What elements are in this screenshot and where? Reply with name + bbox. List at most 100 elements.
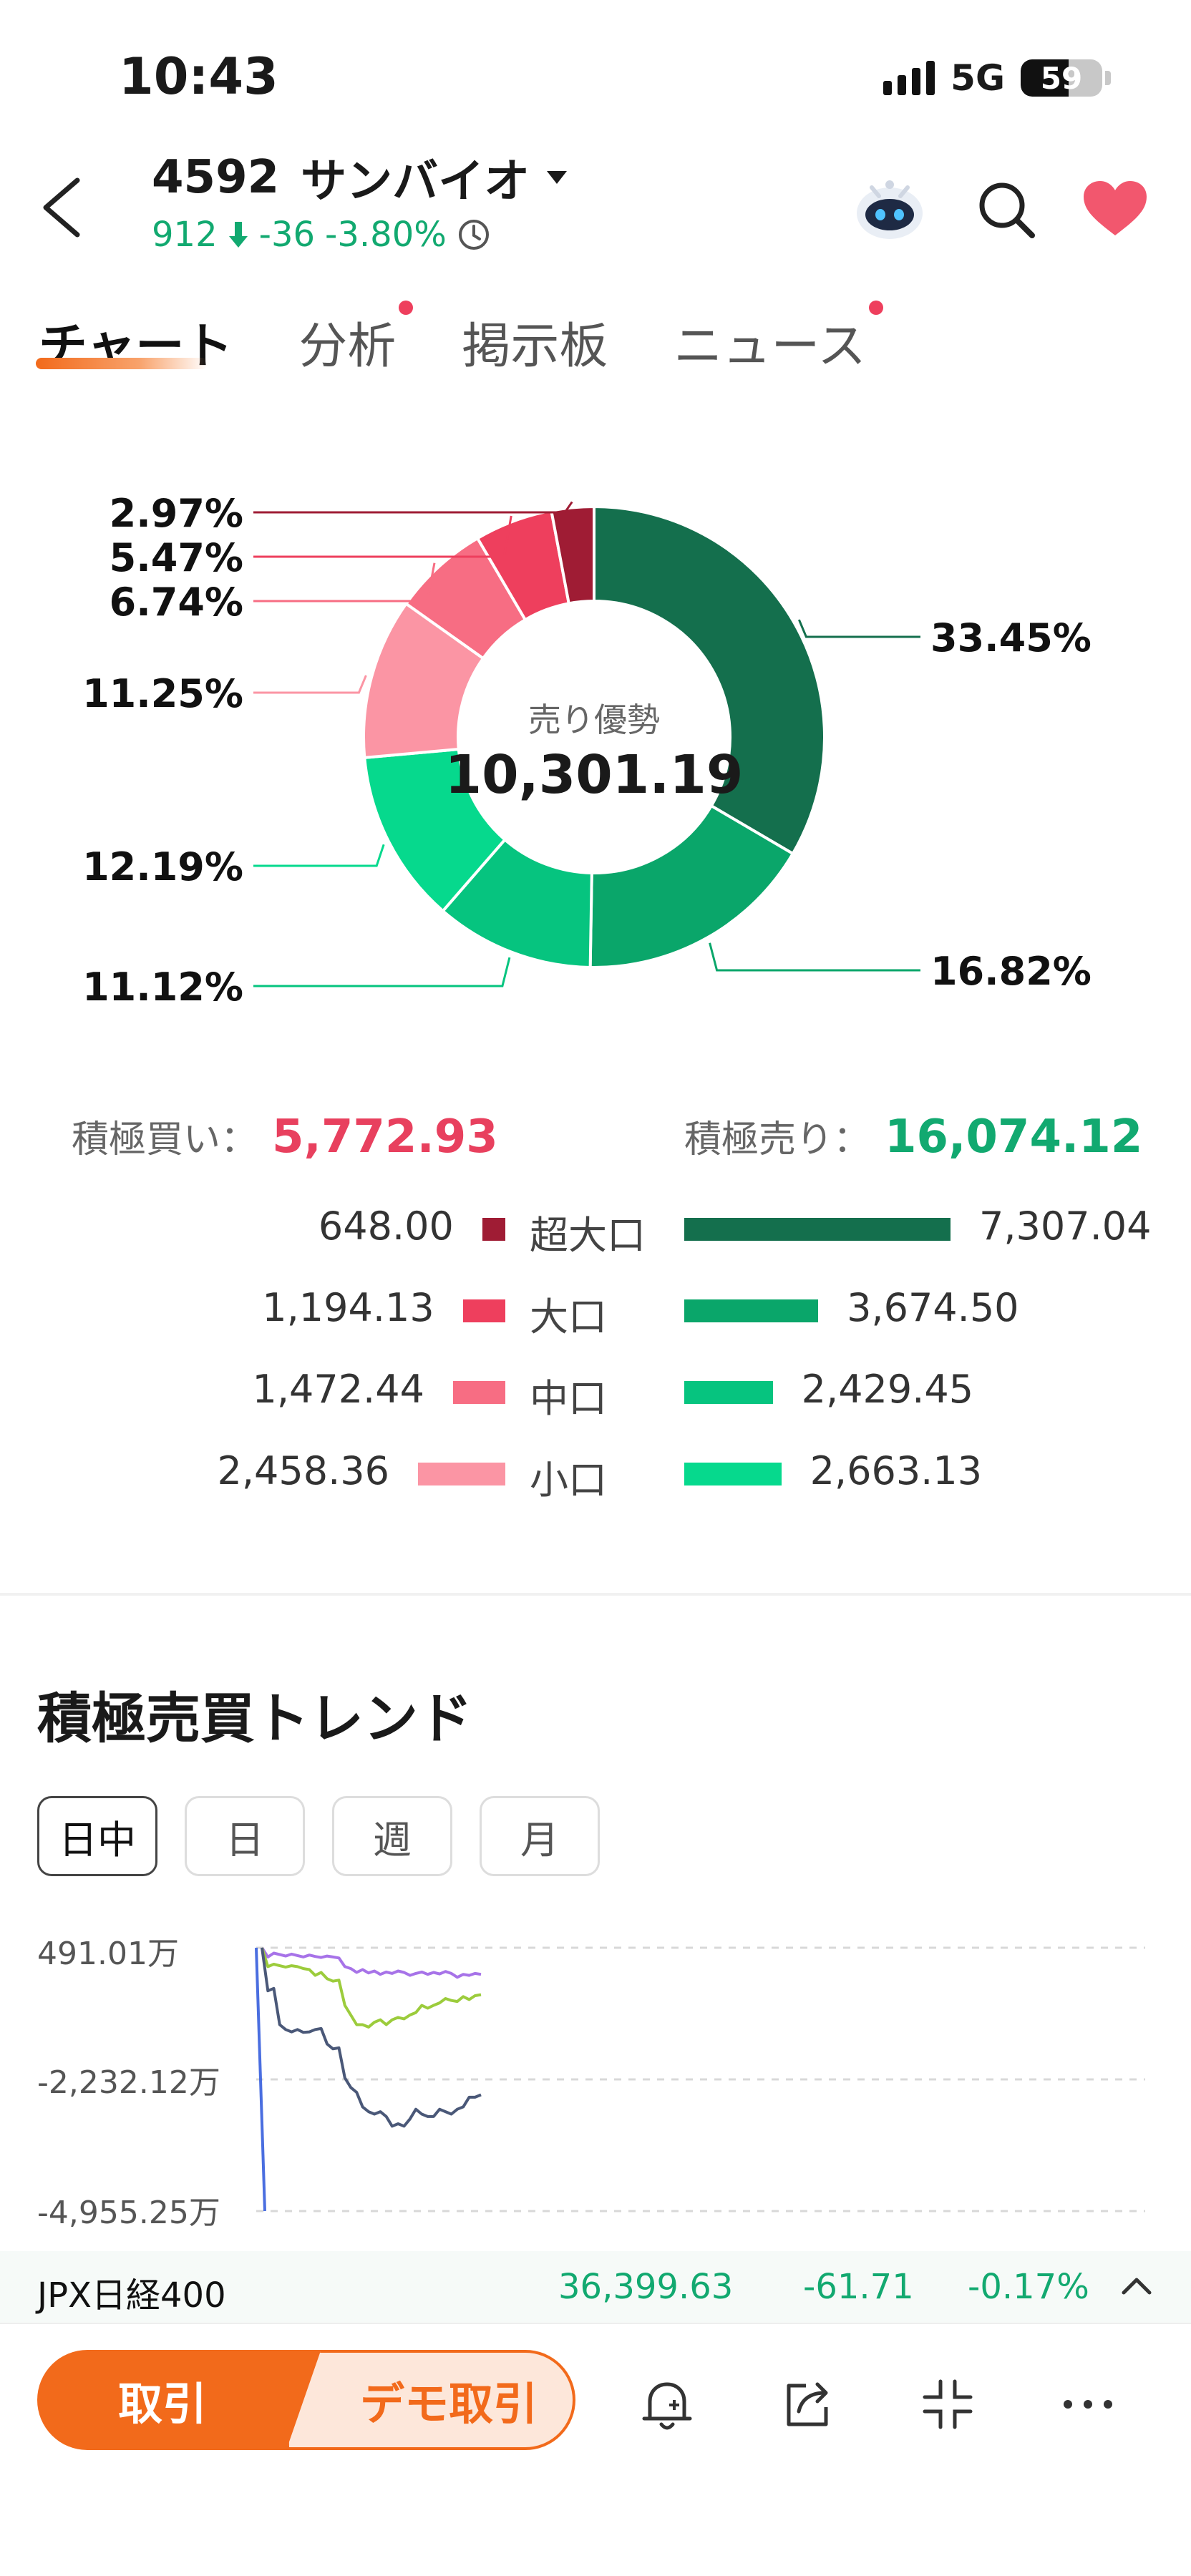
- robot-assistant-icon[interactable]: [850, 173, 929, 245]
- donut-slice-label: 33.45%: [930, 615, 1092, 660]
- index-ticker[interactable]: JPX日経400 36,399.63 -61.71 -0.17%: [0, 2251, 1191, 2323]
- chevron-up-icon[interactable]: [1119, 2273, 1154, 2298]
- notification-dot: [868, 301, 883, 315]
- quote-summary: 912 -36 -3.80%: [152, 215, 491, 255]
- network-type: 5G: [951, 57, 1005, 99]
- chevron-down-icon[interactable]: [547, 171, 568, 184]
- period-tab-week[interactable]: 週: [332, 1796, 452, 1876]
- trend-section-title: 積極売買トレンド: [37, 1687, 472, 1750]
- flow-label: 超大口: [530, 1213, 646, 1258]
- price-change: -36: [258, 215, 316, 255]
- tab-analysis-label: 分析: [298, 318, 397, 375]
- index-name: JPX日経400: [37, 2275, 226, 2316]
- flow-buy-bar: [482, 1218, 505, 1241]
- donut-leader-line: [253, 501, 573, 514]
- flow-row-small: 2,458.36 小口 2,663.13: [0, 1445, 1191, 1503]
- period-tab-intraday[interactable]: 日中: [37, 1796, 157, 1876]
- bottom-action-bar: 取引 デモ取引: [0, 2323, 1191, 2576]
- trend-line-chart: [255, 1946, 1145, 2212]
- aggressive-sell-label: 積極売り：: [684, 1118, 871, 1161]
- flow-buy-bar: [418, 1463, 505, 1485]
- flow-sell-bar: [684, 1218, 951, 1241]
- flow-buy-value: 1,472.44: [252, 1367, 424, 1412]
- flow-sell-value: 2,429.45: [801, 1367, 974, 1412]
- status-indicators: 5G 59: [883, 57, 1111, 99]
- donut-slice-label: 12.19%: [82, 844, 243, 889]
- flow-buy-bar: [462, 1299, 505, 1322]
- flow-buy-bar: [452, 1381, 505, 1404]
- screen: { "status_bar": { "time": "10:43", "netw…: [0, 0, 1191, 2576]
- clock-icon[interactable]: [457, 218, 491, 252]
- price-change-pct: -3.80%: [325, 215, 447, 255]
- aggressive-buy-value: 5,772.93: [272, 1111, 498, 1163]
- collapse-icon[interactable]: [918, 2374, 978, 2434]
- index-price: 36,399.63: [558, 2267, 734, 2307]
- stock-title[interactable]: 4592 サンバイオ: [152, 145, 568, 210]
- search-icon[interactable]: [975, 178, 1036, 240]
- signal-icon: [883, 61, 935, 95]
- active-tab-indicator: [36, 358, 208, 369]
- flow-sell-value: 3,674.50: [847, 1285, 1019, 1330]
- tab-board-label: 掲示板: [462, 318, 608, 375]
- donut-leader-line: [253, 957, 511, 987]
- flow-sell-bar: [684, 1381, 773, 1404]
- flow-sell-bar: [684, 1463, 782, 1485]
- down-arrow-icon: [228, 222, 248, 248]
- donut-center-label: 売り優勢: [528, 701, 660, 739]
- donut-leader-line: [253, 844, 385, 867]
- flow-row-xlarge: 648.00 超大口 7,307.04: [0, 1201, 1191, 1258]
- donut-leader-line: [709, 942, 920, 972]
- tab-news[interactable]: ニュース: [674, 301, 883, 377]
- donut-leader-line: [253, 675, 367, 694]
- donut-slice-label: 5.47%: [110, 535, 243, 580]
- flow-sell-value: 7,307.04: [979, 1204, 1152, 1249]
- trend-series-line: [261, 1947, 482, 2029]
- notification-dot: [399, 301, 414, 315]
- aggressive-buy: 積極買い： 5,772.93: [72, 1109, 498, 1163]
- donut-leader-line: [253, 562, 436, 602]
- flow-label: 中口: [530, 1376, 607, 1421]
- flow-label: 小口: [530, 1458, 607, 1503]
- battery-cap: [1105, 71, 1111, 85]
- demo-trade-button[interactable]: デモ取引: [286, 2350, 575, 2450]
- aggressive-sell-value: 16,074.12: [885, 1111, 1143, 1163]
- heart-icon[interactable]: [1082, 180, 1148, 238]
- period-tab-day[interactable]: 日: [185, 1796, 305, 1876]
- flow-row-large: 1,194.13 大口 3,674.50: [0, 1282, 1191, 1340]
- donut-slice-label: 11.25%: [82, 671, 243, 716]
- flow-buy-value: 648.00: [318, 1204, 454, 1249]
- period-tab-month[interactable]: 月: [480, 1796, 600, 1876]
- battery-icon: 59: [1021, 59, 1102, 97]
- aggressive-sell: 積極売り： 16,074.12: [684, 1109, 1142, 1163]
- trade-button[interactable]: 取引: [37, 2350, 324, 2450]
- donut-center-value: 10,301.19: [444, 744, 744, 806]
- index-change: -61.71: [803, 2267, 914, 2307]
- stock-name: サンバイオ: [301, 155, 530, 208]
- flow-sell-value: 2,663.13: [810, 1448, 983, 1493]
- more-icon[interactable]: [1058, 2374, 1118, 2434]
- tab-news-label: ニュース: [674, 318, 866, 375]
- donut-slice-label: 16.82%: [930, 949, 1092, 994]
- battery-percent: 59: [1040, 61, 1083, 96]
- flow-buy-value: 1,194.13: [262, 1285, 434, 1330]
- status-time: 10:43: [119, 47, 278, 106]
- donut-slice-label: 11.12%: [82, 965, 243, 1010]
- stock-code: 4592: [152, 151, 280, 204]
- index-change-pct: -0.17%: [968, 2267, 1089, 2307]
- trend-series-line: [261, 1947, 482, 2128]
- period-selector: 日中 日 週 月: [37, 1796, 600, 1876]
- flow-sell-bar: [684, 1299, 819, 1322]
- back-arrow-icon[interactable]: [36, 172, 86, 243]
- flow-label: 大口: [530, 1294, 607, 1340]
- share-icon[interactable]: [777, 2374, 837, 2434]
- tab-analysis[interactable]: 分析: [298, 301, 414, 377]
- tab-board[interactable]: 掲示板: [462, 306, 608, 377]
- header-actions: [850, 173, 1148, 245]
- section-divider: [0, 1593, 1191, 1596]
- bottom-icons: [637, 2374, 1118, 2434]
- flow-row-medium: 1,472.44 中口 2,429.45: [0, 1364, 1191, 1421]
- stock-price: 912: [152, 215, 218, 255]
- flow-buy-value: 2,458.36: [217, 1448, 389, 1493]
- bell-add-icon[interactable]: [637, 2374, 697, 2434]
- donut-slice-label: 6.74%: [110, 580, 243, 625]
